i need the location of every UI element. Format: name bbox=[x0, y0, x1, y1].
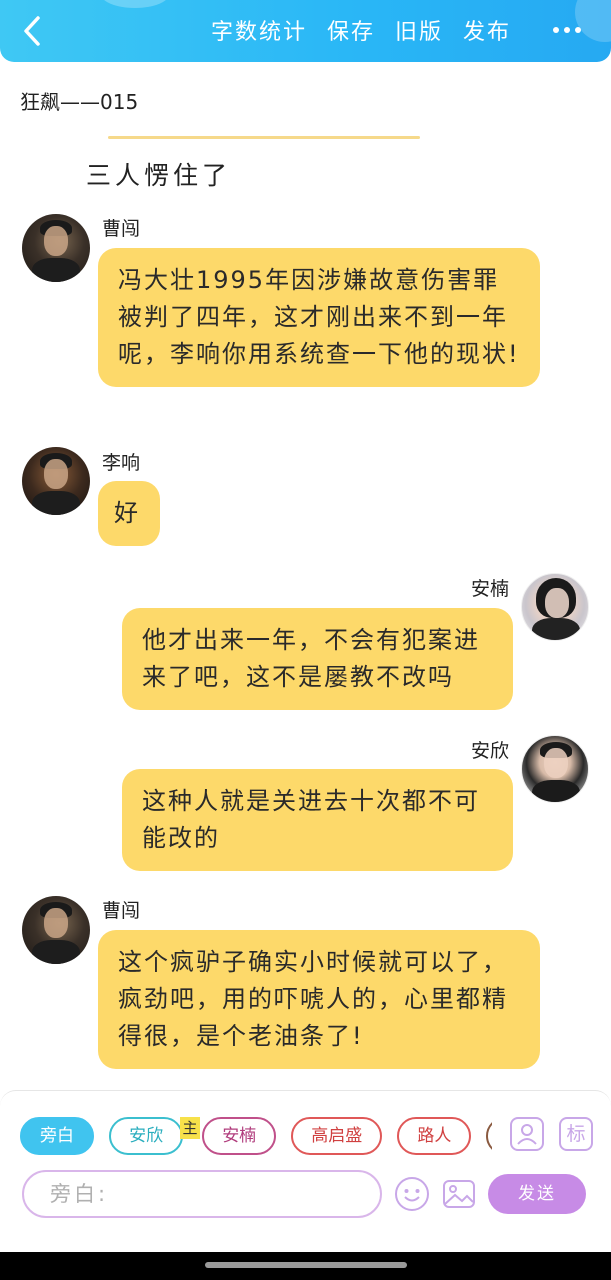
role-chip[interactable]: 安欣 bbox=[109, 1117, 184, 1155]
message-bubble[interactable]: 这种人就是关进去十次都不可能改的 bbox=[122, 769, 513, 871]
role-chip[interactable]: 路人 bbox=[397, 1117, 472, 1155]
mark-icon[interactable]: 标 bbox=[559, 1117, 593, 1151]
send-button[interactable]: 发送 bbox=[488, 1174, 586, 1214]
role-chip[interactable]: 旁白 bbox=[20, 1117, 94, 1155]
story-title: 狂飙——015 bbox=[20, 90, 139, 114]
top-actions: 字数统计 保存 旧版 发布 bbox=[211, 14, 511, 46]
old-version-button[interactable]: 旧版 bbox=[395, 14, 443, 46]
avatar[interactable] bbox=[22, 214, 90, 282]
avatar[interactable] bbox=[521, 573, 589, 641]
save-button[interactable]: 保存 bbox=[327, 14, 375, 46]
avatar[interactable] bbox=[22, 896, 90, 964]
sender-name: 安楠 bbox=[471, 578, 510, 600]
message-bubble[interactable]: 这个疯驴子确实小时候就可以了，疯劲吧，用的吓唬人的，心里都精得很，是个老油条了! bbox=[98, 930, 540, 1069]
person-icon[interactable] bbox=[510, 1117, 544, 1151]
sender-name: 曹闯 bbox=[102, 218, 141, 240]
narration-text: 三人愣住了 bbox=[86, 161, 232, 190]
role-chips: 旁白 安欣 安楠 高启盛 路人 何 bbox=[20, 1117, 492, 1157]
sender-name: 曹闯 bbox=[102, 900, 141, 922]
role-chip[interactable]: 高启盛 bbox=[291, 1117, 383, 1155]
message-bubble[interactable]: 他才出来一年，不会有犯案进来了吧，这不是屡教不改吗 bbox=[122, 608, 513, 710]
decor-bubble bbox=[100, 0, 170, 8]
message-bubble[interactable]: 好 bbox=[98, 481, 160, 546]
top-bar: 字数统计 保存 旧版 发布 bbox=[0, 0, 611, 62]
avatar[interactable] bbox=[521, 735, 589, 803]
more-icon[interactable] bbox=[553, 18, 585, 42]
role-chip[interactable]: 安楠 bbox=[202, 1117, 277, 1155]
message-input[interactable]: 旁白: bbox=[22, 1170, 382, 1218]
image-icon[interactable] bbox=[441, 1176, 477, 1212]
role-chip[interactable]: 何 bbox=[486, 1117, 492, 1155]
sender-name: 安欣 bbox=[471, 740, 510, 762]
emoji-icon[interactable] bbox=[394, 1176, 430, 1212]
main-role-tag: 主 bbox=[180, 1117, 200, 1139]
home-indicator[interactable] bbox=[205, 1262, 407, 1268]
message-bubble[interactable]: 冯大壮1995年因涉嫌故意伤害罪被判了四年，这才刚出来不到一年呢，李响你用系统查… bbox=[98, 248, 540, 387]
back-icon[interactable] bbox=[18, 14, 48, 48]
avatar[interactable] bbox=[22, 447, 90, 515]
publish-button[interactable]: 发布 bbox=[463, 14, 511, 46]
word-count-button[interactable]: 字数统计 bbox=[211, 14, 307, 46]
sender-name: 李响 bbox=[102, 452, 141, 474]
divider bbox=[108, 136, 420, 139]
